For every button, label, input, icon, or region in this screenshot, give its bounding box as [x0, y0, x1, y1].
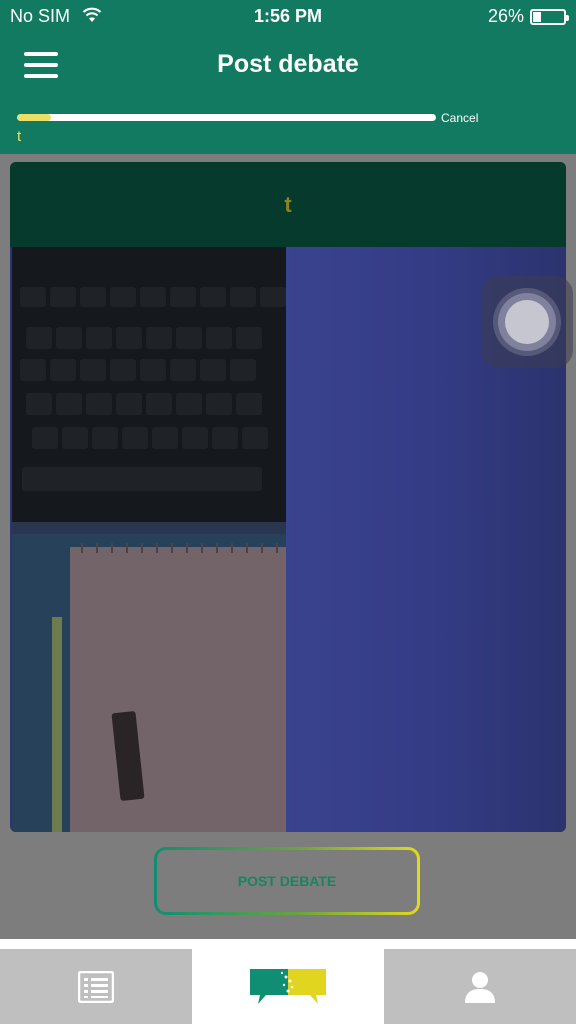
photo-keyboard-notebook	[12, 247, 286, 832]
tab-profile[interactable]	[384, 949, 576, 1024]
battery-icon	[530, 9, 569, 25]
cancel-upload-link[interactable]: Cancel	[441, 111, 478, 125]
tab-debate[interactable]	[192, 949, 384, 1024]
post-debate-label: POST DEBATE	[157, 850, 417, 912]
debate-card: t	[10, 162, 566, 832]
page-title: Post debate	[217, 50, 359, 78]
header-bar: No SIM 1:56 PM 26% Post debate Cancel t	[0, 0, 576, 154]
card-title: t	[284, 192, 292, 217]
bottom-tab-bar	[0, 939, 576, 1024]
list-icon	[78, 970, 114, 1003]
upload-progress-fill	[17, 114, 51, 121]
card-header: t	[10, 162, 566, 247]
tab-list[interactable]	[0, 949, 192, 1024]
post-debate-button[interactable]: POST DEBATE	[154, 847, 420, 915]
profile-icon	[465, 971, 495, 1003]
battery-percentage: 26%	[487, 6, 524, 26]
debate-logo-icon	[250, 968, 326, 1004]
upload-progress-bar	[17, 114, 436, 121]
photo-left[interactable]	[12, 247, 286, 832]
upload-file-name: t	[17, 128, 22, 145]
status-bar: No SIM 1:56 PM 26%	[0, 0, 576, 34]
assistive-touch-button[interactable]	[481, 276, 573, 368]
